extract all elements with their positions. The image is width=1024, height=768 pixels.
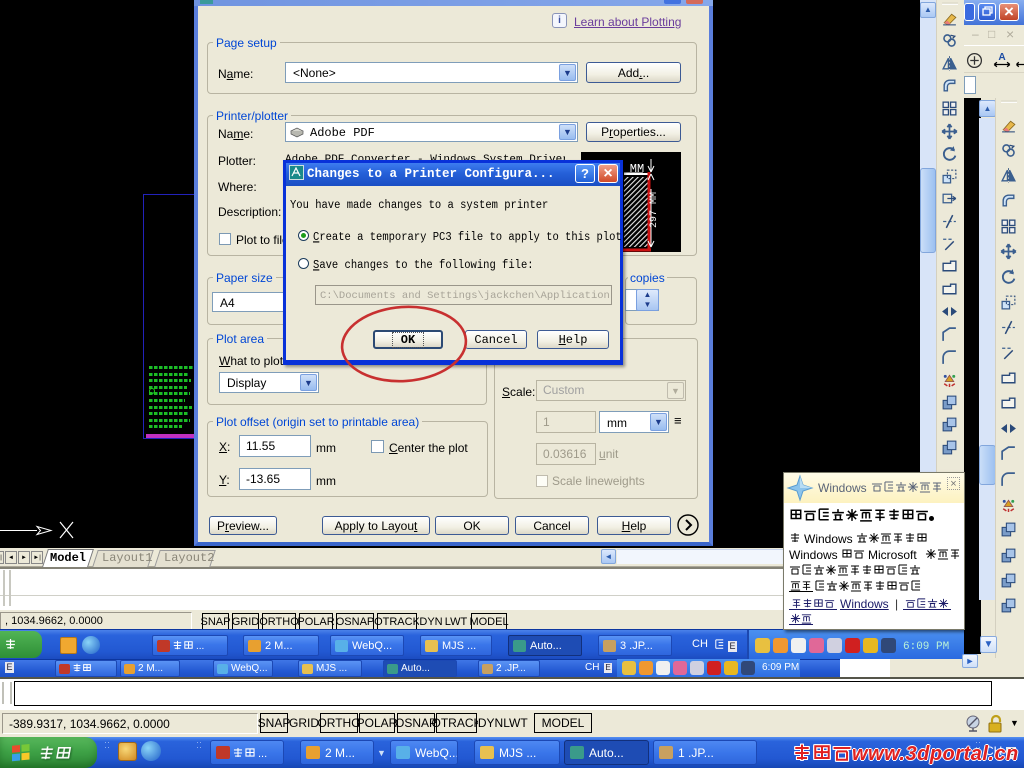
svg-text:297 MM: 297 MM	[649, 192, 660, 228]
svg-text:A: A	[998, 52, 1006, 63]
